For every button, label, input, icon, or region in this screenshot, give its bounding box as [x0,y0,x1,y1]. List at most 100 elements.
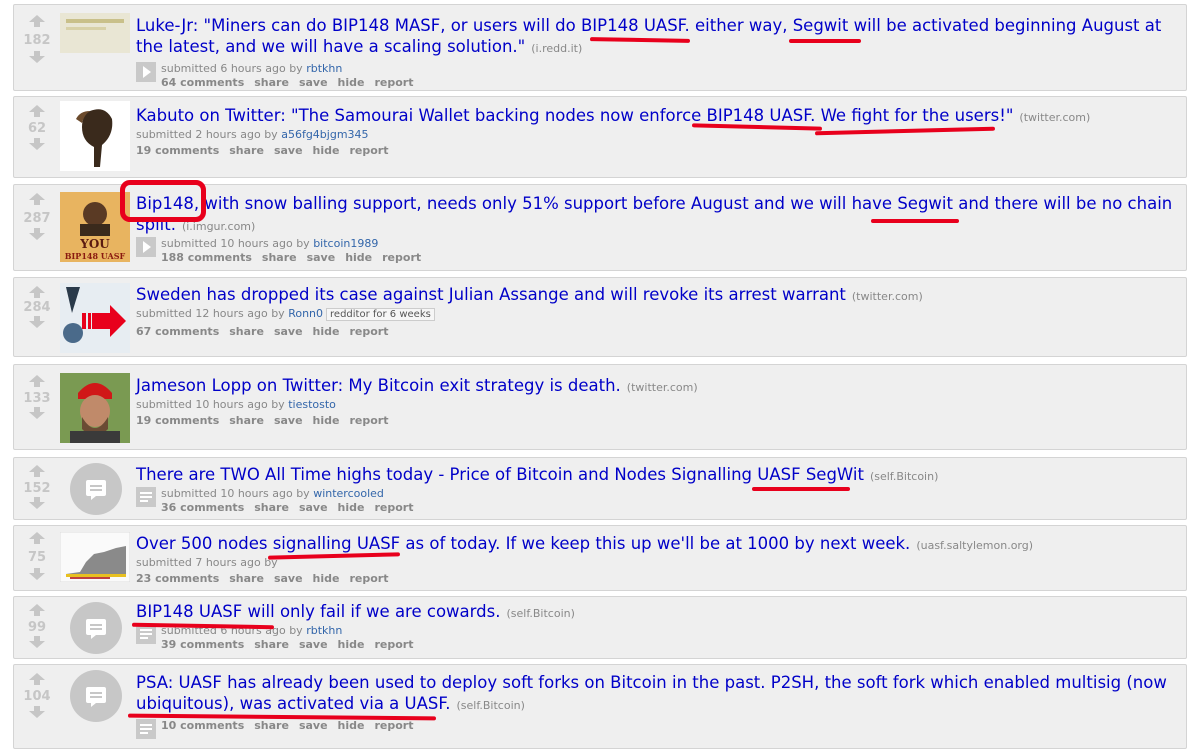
downvote-arrow-icon[interactable] [29,497,45,509]
bird-thumbnail[interactable] [60,101,130,171]
post-domain[interactable]: (i.redd.it) [531,42,582,55]
post-domain[interactable]: (twitter.com) [852,290,923,303]
post-title-link[interactable]: Kabuto on Twitter: "The Samourai Wallet … [136,106,1013,125]
hide-button[interactable]: hide [338,638,365,651]
upvote-arrow-icon[interactable] [29,193,45,205]
downvote-arrow-icon[interactable] [29,316,45,328]
upvote-arrow-icon[interactable] [29,375,45,387]
comments-link[interactable]: 23 comments [136,572,219,585]
person-photo-thumbnail[interactable] [60,373,130,443]
share-button[interactable]: share [254,719,289,732]
share-button[interactable]: share [262,251,297,264]
comments-link[interactable]: 188 comments [161,251,252,264]
post-title-link[interactable]: There are TWO All Time highs today - Pri… [136,465,864,484]
downvote-arrow-icon[interactable] [29,636,45,648]
save-button[interactable]: save [274,572,303,585]
share-button[interactable]: share [254,76,289,89]
post-domain[interactable]: (twitter.com) [627,381,698,394]
comments-link[interactable]: 67 comments [136,325,219,338]
share-button[interactable]: share [229,144,264,157]
upvote-arrow-icon[interactable] [29,465,45,477]
downvote-arrow-icon[interactable] [29,568,45,580]
image-thumbnail[interactable] [60,13,130,53]
author-link[interactable]: bitcoin1989 [313,237,378,250]
share-button[interactable]: share [254,638,289,651]
upvote-arrow-icon[interactable] [29,604,45,616]
hide-button[interactable]: hide [313,144,340,157]
report-button[interactable]: report [349,144,388,157]
save-button[interactable]: save [299,719,328,732]
comments-link[interactable]: 19 comments [136,144,219,157]
hide-button[interactable]: hide [313,572,340,585]
save-button[interactable]: save [299,638,328,651]
report-button[interactable]: report [374,76,413,89]
downvote-arrow-icon[interactable] [29,228,45,240]
expand-media-icon[interactable] [136,62,156,82]
author-link[interactable]: wintercooled [313,487,384,500]
downvote-arrow-icon[interactable] [29,138,45,150]
expand-text-icon[interactable] [136,719,156,739]
self-post-icon[interactable] [70,602,122,654]
post-title-link[interactable]: Jameson Lopp on Twitter: My Bitcoin exit… [136,376,621,395]
hide-button[interactable]: hide [338,76,365,89]
comments-link[interactable]: 36 comments [161,501,244,514]
post-tagline: submitted 10 hours ago by tiestosto [136,398,1176,412]
upvote-arrow-icon[interactable] [29,15,45,27]
save-button[interactable]: save [274,144,303,157]
save-button[interactable]: save [274,325,303,338]
share-button[interactable]: share [229,414,264,427]
post-title-link[interactable]: Bip148, with snow balling support, needs… [136,194,1172,234]
post-title-link[interactable]: Over 500 nodes signalling UASF as of tod… [136,534,910,553]
post-domain[interactable]: (self.Bitcoin) [456,699,524,712]
share-button[interactable]: share [254,501,289,514]
comments-link[interactable]: 39 comments [161,638,244,651]
author-link[interactable]: tiestosto [288,398,336,411]
share-button[interactable]: share [229,325,264,338]
expand-media-icon[interactable] [136,237,156,257]
downvote-arrow-icon[interactable] [29,407,45,419]
post-domain[interactable]: (self.Bitcoin) [506,607,574,620]
save-button[interactable]: save [307,251,336,264]
post-title-link[interactable]: Sweden has dropped its case against Juli… [136,285,846,304]
save-button[interactable]: save [299,76,328,89]
report-button[interactable]: report [374,638,413,651]
save-button[interactable]: save [274,414,303,427]
post-domain[interactable]: (uasf.saltylemon.org) [916,539,1033,552]
comments-link[interactable]: 64 comments [161,76,244,89]
upvote-arrow-icon[interactable] [29,105,45,117]
post-title-link[interactable]: Luke-Jr: "Miners can do BIP148 MASF, or … [136,16,1161,56]
self-post-icon[interactable] [70,670,122,722]
downvote-arrow-icon[interactable] [29,51,45,63]
author-link[interactable]: rbtkhn [306,62,342,75]
expand-text-icon[interactable] [136,487,156,507]
hide-button[interactable]: hide [345,251,372,264]
comments-link[interactable]: 10 comments [161,719,244,732]
report-button[interactable]: report [349,325,388,338]
author-link[interactable]: Ronn0 [288,307,323,320]
upvote-arrow-icon[interactable] [29,532,45,544]
post-domain[interactable]: (twitter.com) [1019,111,1090,124]
report-button[interactable]: report [382,251,421,264]
author-link[interactable]: a56fg4bjgm345 [281,128,368,141]
comments-link[interactable]: 19 comments [136,414,219,427]
share-button[interactable]: share [229,572,264,585]
downvote-arrow-icon[interactable] [29,706,45,718]
report-button[interactable]: report [374,719,413,732]
report-button[interactable]: report [374,501,413,514]
upvote-arrow-icon[interactable] [29,673,45,685]
report-button[interactable]: report [349,572,388,585]
post-domain[interactable]: (self.Bitcoin) [870,470,938,483]
hide-button[interactable]: hide [313,325,340,338]
self-post-icon[interactable] [70,463,122,515]
post-title-link[interactable]: PSA: UASF has already been used to deplo… [136,673,1167,713]
save-button[interactable]: save [299,501,328,514]
author-link[interactable]: rbtkhn [306,624,342,637]
upvote-arrow-icon[interactable] [29,286,45,298]
hide-button[interactable]: hide [313,414,340,427]
post-title-link[interactable]: BIP148 UASF will only fail if we are cow… [136,602,500,621]
hide-button[interactable]: hide [338,719,365,732]
hide-button[interactable]: hide [338,501,365,514]
wikileaks-thumbnail[interactable] [60,283,130,353]
chart-thumbnail[interactable] [60,532,130,582]
report-button[interactable]: report [349,414,388,427]
